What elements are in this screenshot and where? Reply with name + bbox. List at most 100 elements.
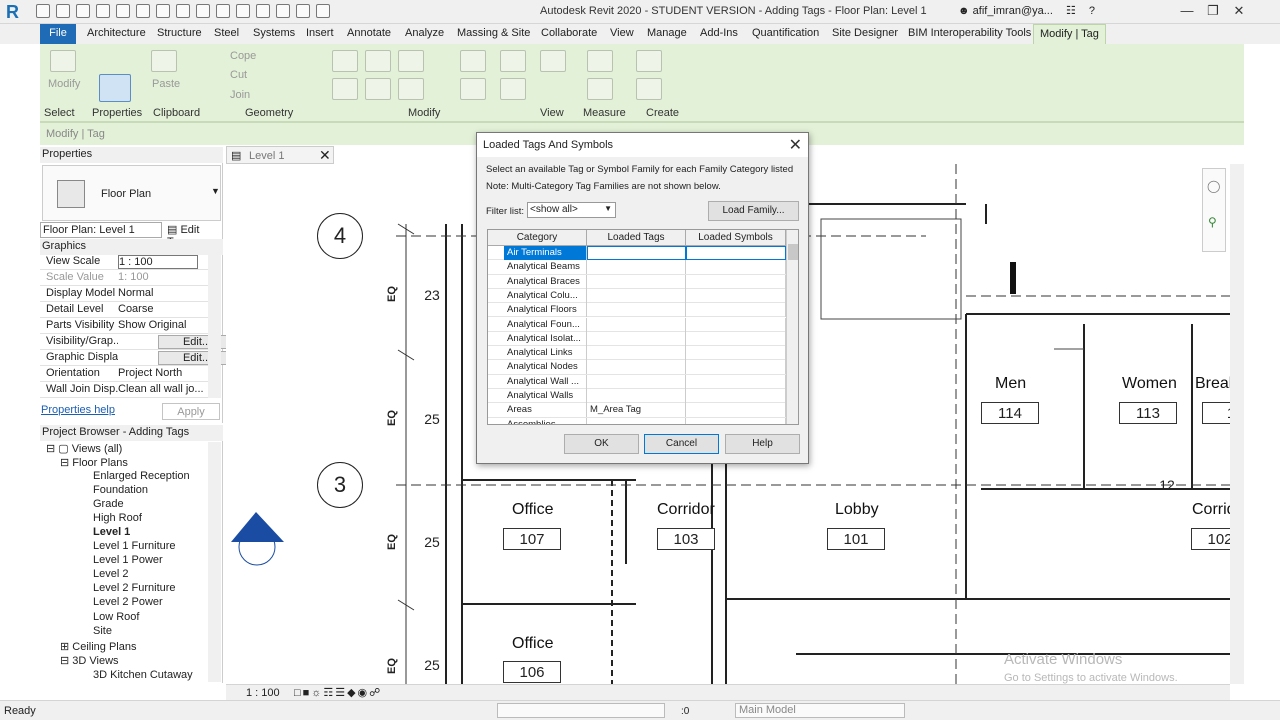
loaded-symbols-cell[interactable] [686,260,786,275]
room-name[interactable]: Corridor [657,501,715,519]
open-icon[interactable] [36,4,50,18]
tab-collaborate[interactable]: Collaborate [541,27,597,39]
category-cell[interactable]: Analytical Nodes [488,360,587,375]
measure-icon[interactable] [156,4,170,18]
category-cell[interactable]: Analytical Walls [488,389,587,403]
design-option-select[interactable]: Main Model [735,703,905,718]
collapse-icon[interactable]: ⊟ [60,457,69,469]
section-graphics[interactable]: Graphics [40,239,223,255]
workset-select[interactable] [497,703,665,718]
delete-icon[interactable] [500,78,526,100]
help-button[interactable]: Help [725,434,800,454]
dimension-icon[interactable] [176,4,190,18]
dimension-tool-icon[interactable] [587,78,613,100]
loaded-symbols-cell[interactable] [686,317,786,332]
view-scale-label[interactable]: 1 : 100 [246,687,280,699]
save-icon[interactable] [56,4,70,18]
prop-value[interactable]: Show Original [118,319,208,331]
dimension-label[interactable]: 25 [419,655,445,677]
loaded-tags-cell[interactable] [587,360,686,375]
table-row[interactable]: Analytical Isolat... [488,331,786,347]
array-icon[interactable] [460,78,486,100]
column-header-category[interactable]: Category [488,230,587,246]
category-cell[interactable]: Analytical Colu... [488,288,587,303]
loaded-tags-cell[interactable] [587,317,686,332]
cope-label[interactable]: Cope [230,50,256,62]
tree-item[interactable]: Enlarged Reception [93,470,190,482]
table-row[interactable]: Analytical Nodes [488,360,786,375]
trim-icon[interactable] [460,50,486,72]
tree-item[interactable]: 3D Kitchen Cutaway [93,669,193,681]
tree-item[interactable]: Site [93,625,112,637]
tab-file[interactable]: File [40,24,76,44]
tree-floor-plans[interactable]: ⊟ Floor Plans [60,456,128,469]
grid-bubble-4[interactable]: 4 [317,213,363,259]
category-cell[interactable]: Analytical Isolat... [488,331,587,346]
dimension-label[interactable]: 25 [419,532,445,554]
minimize-button[interactable]: — [1176,3,1198,18]
modify-arrow-icon[interactable] [50,50,76,72]
table-scrollbar[interactable] [786,230,798,424]
room-number-tag[interactable]: 1 [1202,402,1230,424]
room-name[interactable]: Corrid [1192,501,1230,519]
table-row[interactable]: Analytical Braces [488,274,786,289]
tree-3d-views[interactable]: ⊟ 3D Views [60,654,119,667]
loaded-symbols-cell[interactable] [686,246,786,260]
loaded-tags-cell[interactable]: M_Area Tag [587,403,686,418]
browser-scrollbar[interactable] [208,442,221,682]
zoom-icon[interactable]: ⚲ [1208,215,1217,229]
undo-icon[interactable] [96,4,110,18]
loaded-symbols-cell[interactable] [686,417,786,424]
loaded-symbols-cell[interactable] [686,274,786,289]
thin-lines-icon[interactable] [276,4,290,18]
paste-icon[interactable] [151,50,177,72]
loaded-tags-cell[interactable] [587,260,686,275]
room-number-tag[interactable]: 114 [981,402,1039,424]
loaded-tags-cell[interactable] [587,274,686,289]
filter-select[interactable]: <show all> ▼ [527,202,616,218]
prop-value[interactable]: Project North [118,367,208,379]
instance-selector[interactable]: Floor Plan: Level 1 [40,222,162,238]
tab-site-designer[interactable]: Site Designer [832,27,898,39]
print-icon[interactable] [136,4,150,18]
category-cell[interactable]: Analytical Links [488,346,587,361]
offset-icon[interactable] [365,50,391,72]
prop-value[interactable]: Normal [118,287,208,299]
table-row[interactable]: Analytical Wall ... [488,374,786,389]
loaded-symbols-cell[interactable] [686,389,786,403]
tab-architecture[interactable]: Architecture [87,27,146,39]
tree-ceiling-plans[interactable]: ⊞ Ceiling Plans [60,640,136,653]
split-icon[interactable] [500,50,526,72]
prop-value[interactable]: Coarse [118,303,208,315]
tab-structure[interactable]: Structure [157,27,202,39]
table-row[interactable]: Air Terminals [488,246,786,261]
table-row[interactable]: Analytical Foun... [488,317,786,332]
copy-icon[interactable] [365,78,391,100]
room-number-tag[interactable]: 102 [1191,528,1230,550]
category-cell[interactable]: Analytical Foun... [488,317,587,332]
tree-item[interactable]: High Roof [93,512,142,524]
room-name[interactable]: Men [995,375,1026,393]
redo-icon[interactable] [116,4,130,18]
tab-bim-interoperability[interactable]: BIM Interoperability Tools [908,27,1031,39]
grid-bubble-3[interactable]: 3 [317,462,363,508]
table-row[interactable]: Analytical Colu... [488,288,786,304]
loaded-tags-cell[interactable] [587,374,686,389]
category-cell[interactable]: Analytical Wall ... [488,374,587,389]
tab-systems[interactable]: Systems [253,27,295,39]
category-cell[interactable]: Analytical Floors [488,303,587,318]
tab-modify-tag[interactable]: Modify | Tag [1033,24,1106,44]
tree-item[interactable]: Foundation [93,484,148,496]
view-scale-input[interactable]: 1 : 100 [118,255,198,269]
room-number-tag[interactable]: 113 [1119,402,1177,424]
navigation-bar[interactable]: ◯ ⚲ [1202,168,1226,252]
tab-insert[interactable]: Insert [306,27,334,39]
properties-help-link[interactable]: Properties help [41,404,115,416]
tab-steel[interactable]: Steel [214,27,239,39]
cancel-button[interactable]: Cancel [644,434,719,454]
close-view-icon[interactable]: ✕ [319,147,331,164]
tag-icon[interactable] [196,4,210,18]
loaded-symbols-cell[interactable] [686,288,786,303]
type-selector[interactable]: Floor Plan ▼ [42,165,221,221]
tree-item[interactable]: Grade [93,498,124,510]
